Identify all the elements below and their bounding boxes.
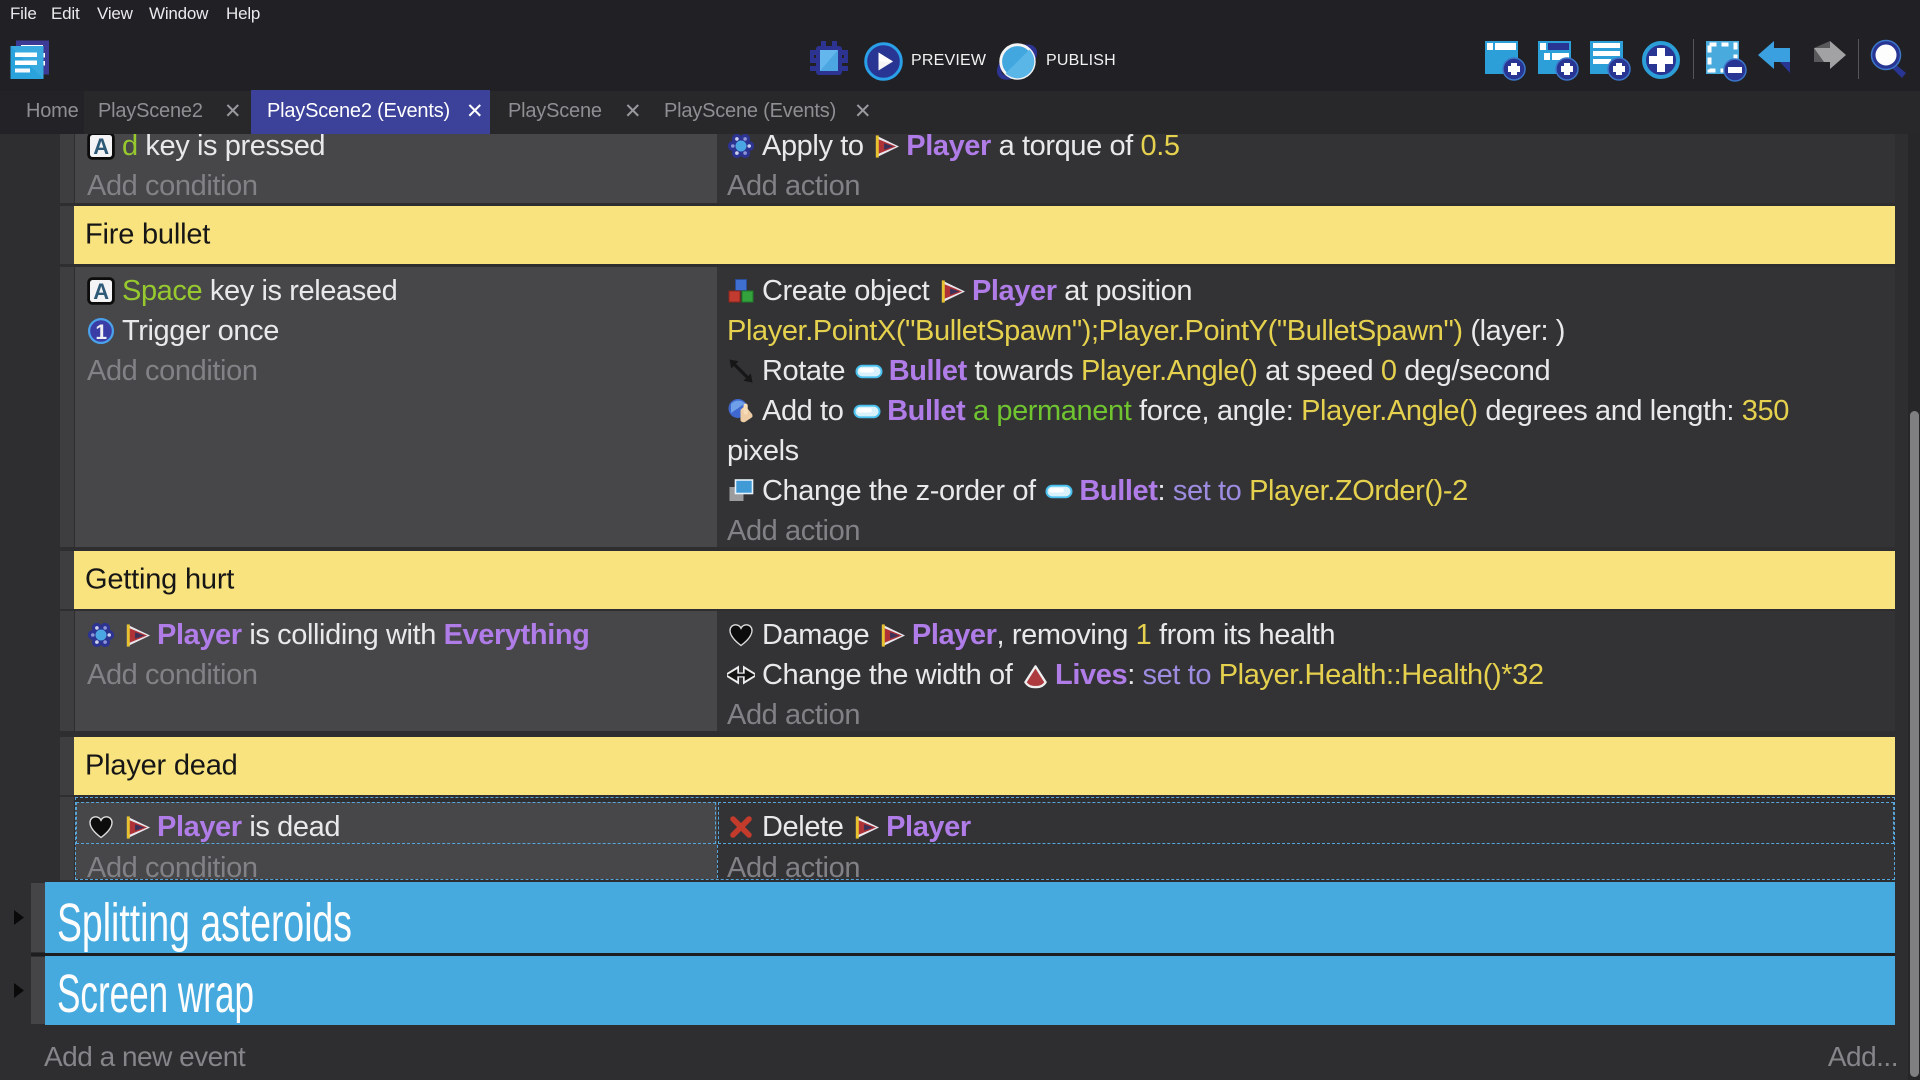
svg-text:Splitting asteroids: Splitting asteroids xyxy=(57,893,352,953)
svg-text:A: A xyxy=(93,134,109,159)
svg-text:Screen wrap: Screen wrap xyxy=(57,964,254,1024)
svg-text:1: 1 xyxy=(95,321,107,344)
svg-text:A: A xyxy=(93,279,109,304)
